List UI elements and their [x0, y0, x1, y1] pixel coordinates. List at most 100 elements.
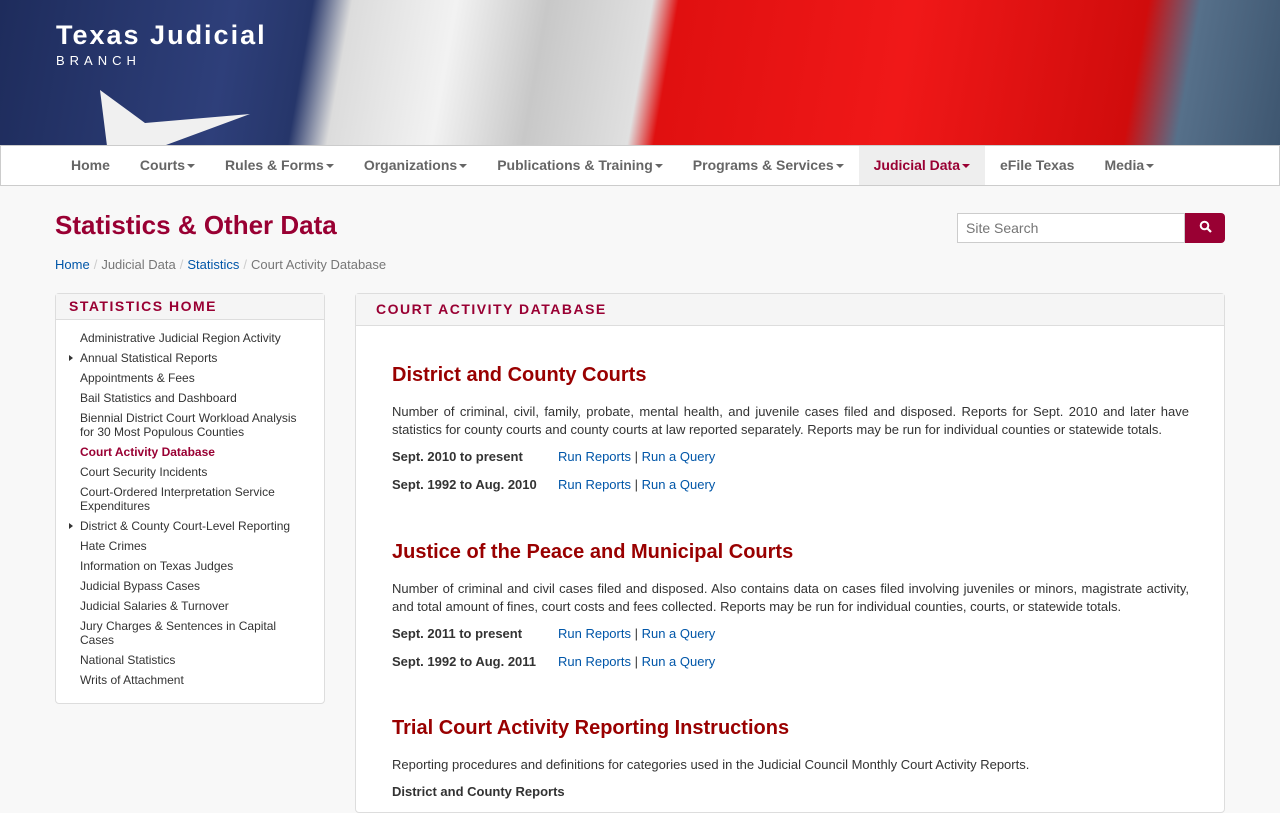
breadcrumb-statistics[interactable]: Statistics	[187, 257, 239, 272]
run-query-link[interactable]: Run a Query	[642, 648, 716, 676]
sidebar-item-label: Court Activity Database	[80, 445, 215, 459]
sidebar-item[interactable]: Court Activity Database	[80, 442, 324, 462]
nav-label: Rules & Forms	[225, 157, 324, 173]
caret-down-icon	[962, 164, 971, 169]
run-query-link[interactable]: Run a Query	[642, 443, 716, 471]
sidebar-item[interactable]: Information on Texas Judges	[80, 556, 324, 576]
run-reports-link[interactable]: Run Reports	[558, 648, 631, 676]
nav-label: Judicial Data	[873, 157, 961, 173]
site-logo-subtitle: BRANCH	[56, 53, 141, 68]
run-reports-link[interactable]: Run Reports	[558, 620, 631, 648]
sidebar-item[interactable]: Administrative Judicial Region Activity	[80, 328, 324, 348]
nav-item-home[interactable]: Home	[56, 146, 125, 185]
sidebar-item-label: National Statistics	[80, 653, 176, 667]
nav-item-rules-forms[interactable]: Rules & Forms	[210, 146, 349, 185]
sidebar-item-label: Court-Ordered Interpretation Service Exp…	[80, 485, 275, 513]
report-row: Sept. 2011 to present Run Reports | Run a…	[392, 620, 1189, 648]
sidebar: STATISTICS HOME Administrative Judicial …	[55, 293, 325, 704]
sidebar-item[interactable]: Judicial Salaries & Turnover	[80, 596, 324, 616]
sidebar-heading: STATISTICS HOME	[56, 294, 324, 320]
nav-item-media[interactable]: Media	[1089, 146, 1169, 185]
section-text: Reporting procedures and definitions for…	[392, 757, 1030, 772]
row-label: Sept. 2011 to present	[392, 626, 523, 641]
section-text: Number of criminal, civil, family, proba…	[392, 404, 1189, 437]
expand-arrow-icon[interactable]	[69, 355, 73, 361]
run-query-link[interactable]: Run a Query	[642, 620, 716, 648]
section-title: District and County Courts	[392, 364, 647, 386]
nav-item-courts[interactable]: Courts	[125, 146, 210, 185]
sidebar-item-label: Judicial Bypass Cases	[80, 579, 201, 593]
page-title: Statistics & Other Data	[55, 210, 337, 240]
nav-label: Home	[71, 157, 110, 173]
sidebar-item[interactable]: Annual Statistical Reports	[69, 348, 324, 368]
nav-item-publications-training[interactable]: Publications & Training	[482, 146, 678, 185]
nav-label: eFile Texas	[1000, 157, 1075, 173]
nav-label: Programs & Services	[692, 157, 834, 173]
nav-item-efile-texas[interactable]: eFile Texas	[985, 146, 1089, 185]
sidebar-item[interactable]: Court Security Incidents	[80, 462, 324, 482]
caret-down-icon	[187, 164, 196, 169]
row-label: Sept. 2010 to present	[392, 449, 523, 464]
sidebar-item[interactable]: Biennial District Court Workload Analysi…	[80, 408, 324, 442]
site-search	[957, 213, 1225, 243]
caret-down-icon	[1146, 164, 1155, 169]
search-button[interactable]	[1185, 213, 1225, 243]
search-input[interactable]	[957, 213, 1185, 243]
sidebar-item-label: District & County Court-Level Reporting	[80, 519, 291, 533]
caret-down-icon	[459, 164, 468, 169]
sidebar-item-label: Administrative Judicial Region Activity	[80, 331, 281, 345]
sidebar-list: Administrative Judicial Region Activity A…	[56, 320, 324, 690]
expand-arrow-icon[interactable]	[69, 523, 73, 529]
sidebar-item[interactable]: Bail Statistics and Dashboard	[80, 388, 324, 408]
sidebar-item[interactable]: Writs of Attachment	[80, 670, 324, 690]
nav-item-organizations[interactable]: Organizations	[349, 146, 482, 185]
nav-item-judicial-data[interactable]: Judicial Data	[858, 146, 986, 185]
header-banner: Texas Judicial BRANCH	[0, 0, 1280, 145]
section-title: Justice of the Peace and Municipal Court…	[392, 541, 794, 563]
report-row: Sept. 1992 to Aug. 2011 Run Reports | Run…	[392, 648, 1189, 676]
caret-down-icon	[654, 164, 663, 169]
sidebar-item[interactable]: Court-Ordered Interpretation Service Exp…	[80, 482, 324, 516]
sidebar-item[interactable]: Jury Charges & Sentences in Capital Case…	[80, 616, 324, 650]
row-label: Sept. 1992 to Aug. 2010	[392, 477, 537, 492]
sidebar-item[interactable]: District & County Court-Level Reporting	[69, 516, 324, 536]
breadcrumb-home[interactable]: Home	[55, 257, 90, 272]
report-row: Sept. 1992 to Aug. 2010 Run Reports | Run…	[392, 471, 1189, 499]
breadcrumb-judicial-data: Judicial Data	[101, 257, 176, 272]
search-icon	[1199, 220, 1212, 233]
sidebar-item-label: Court Security Incidents	[80, 465, 208, 479]
run-reports-link[interactable]: Run Reports	[558, 471, 631, 499]
sidebar-item-label: Judicial Salaries & Turnover	[80, 599, 229, 613]
main-heading: COURT ACTIVITY DATABASE	[356, 294, 1224, 326]
run-query-link[interactable]: Run a Query	[642, 471, 716, 499]
section-reporting-instructions: Trial Court Activity Reporting Instructi…	[392, 717, 1189, 806]
section-justice-municipal: Justice of the Peace and Municipal Court…	[392, 541, 1189, 676]
main-nav: Home Courts Rules & Forms Organizations Publ…	[0, 145, 1280, 186]
nav-label: Media	[1104, 157, 1145, 173]
sidebar-item-label: Information on Texas Judges	[80, 559, 234, 573]
main-panel: COURT ACTIVITY DATABASE District and Cou…	[355, 293, 1225, 813]
sidebar-item-label: Annual Statistical Reports	[80, 351, 218, 365]
sidebar-item[interactable]: Appointments & Fees	[80, 368, 324, 388]
subheading: District and County Reports	[392, 784, 565, 799]
sidebar-item[interactable]: National Statistics	[80, 650, 324, 670]
report-row: Sept. 2010 to present Run Reports | Run a…	[392, 443, 1189, 471]
sidebar-item[interactable]: Judicial Bypass Cases	[80, 576, 324, 596]
site-logo-title[interactable]: Texas Judicial	[56, 20, 267, 51]
caret-down-icon	[835, 164, 844, 169]
nav-label: Publications & Training	[497, 157, 653, 173]
sidebar-item[interactable]: Hate Crimes	[80, 536, 324, 556]
section-district-county: District and County Courts Number of cri…	[392, 364, 1189, 499]
section-title: Trial Court Activity Reporting Instructi…	[392, 717, 790, 739]
sidebar-item-label: Bail Statistics and Dashboard	[80, 391, 237, 405]
run-reports-link[interactable]: Run Reports	[558, 443, 631, 471]
breadcrumb: Home / Judicial Data / Statistics / Court Acti…	[55, 257, 387, 272]
nav-item-programs-services[interactable]: Programs & Services	[678, 146, 859, 185]
caret-down-icon	[325, 164, 334, 169]
section-text: Number of criminal and civil cases filed…	[392, 581, 1189, 614]
nav-label: Courts	[139, 157, 186, 173]
sidebar-item-label: Appointments & Fees	[80, 371, 195, 385]
flag-star-image	[100, 90, 250, 145]
sidebar-item-label: Jury Charges & Sentences in Capital Case…	[80, 619, 277, 647]
sidebar-item-label: Biennial District Court Workload Analysi…	[80, 411, 297, 439]
